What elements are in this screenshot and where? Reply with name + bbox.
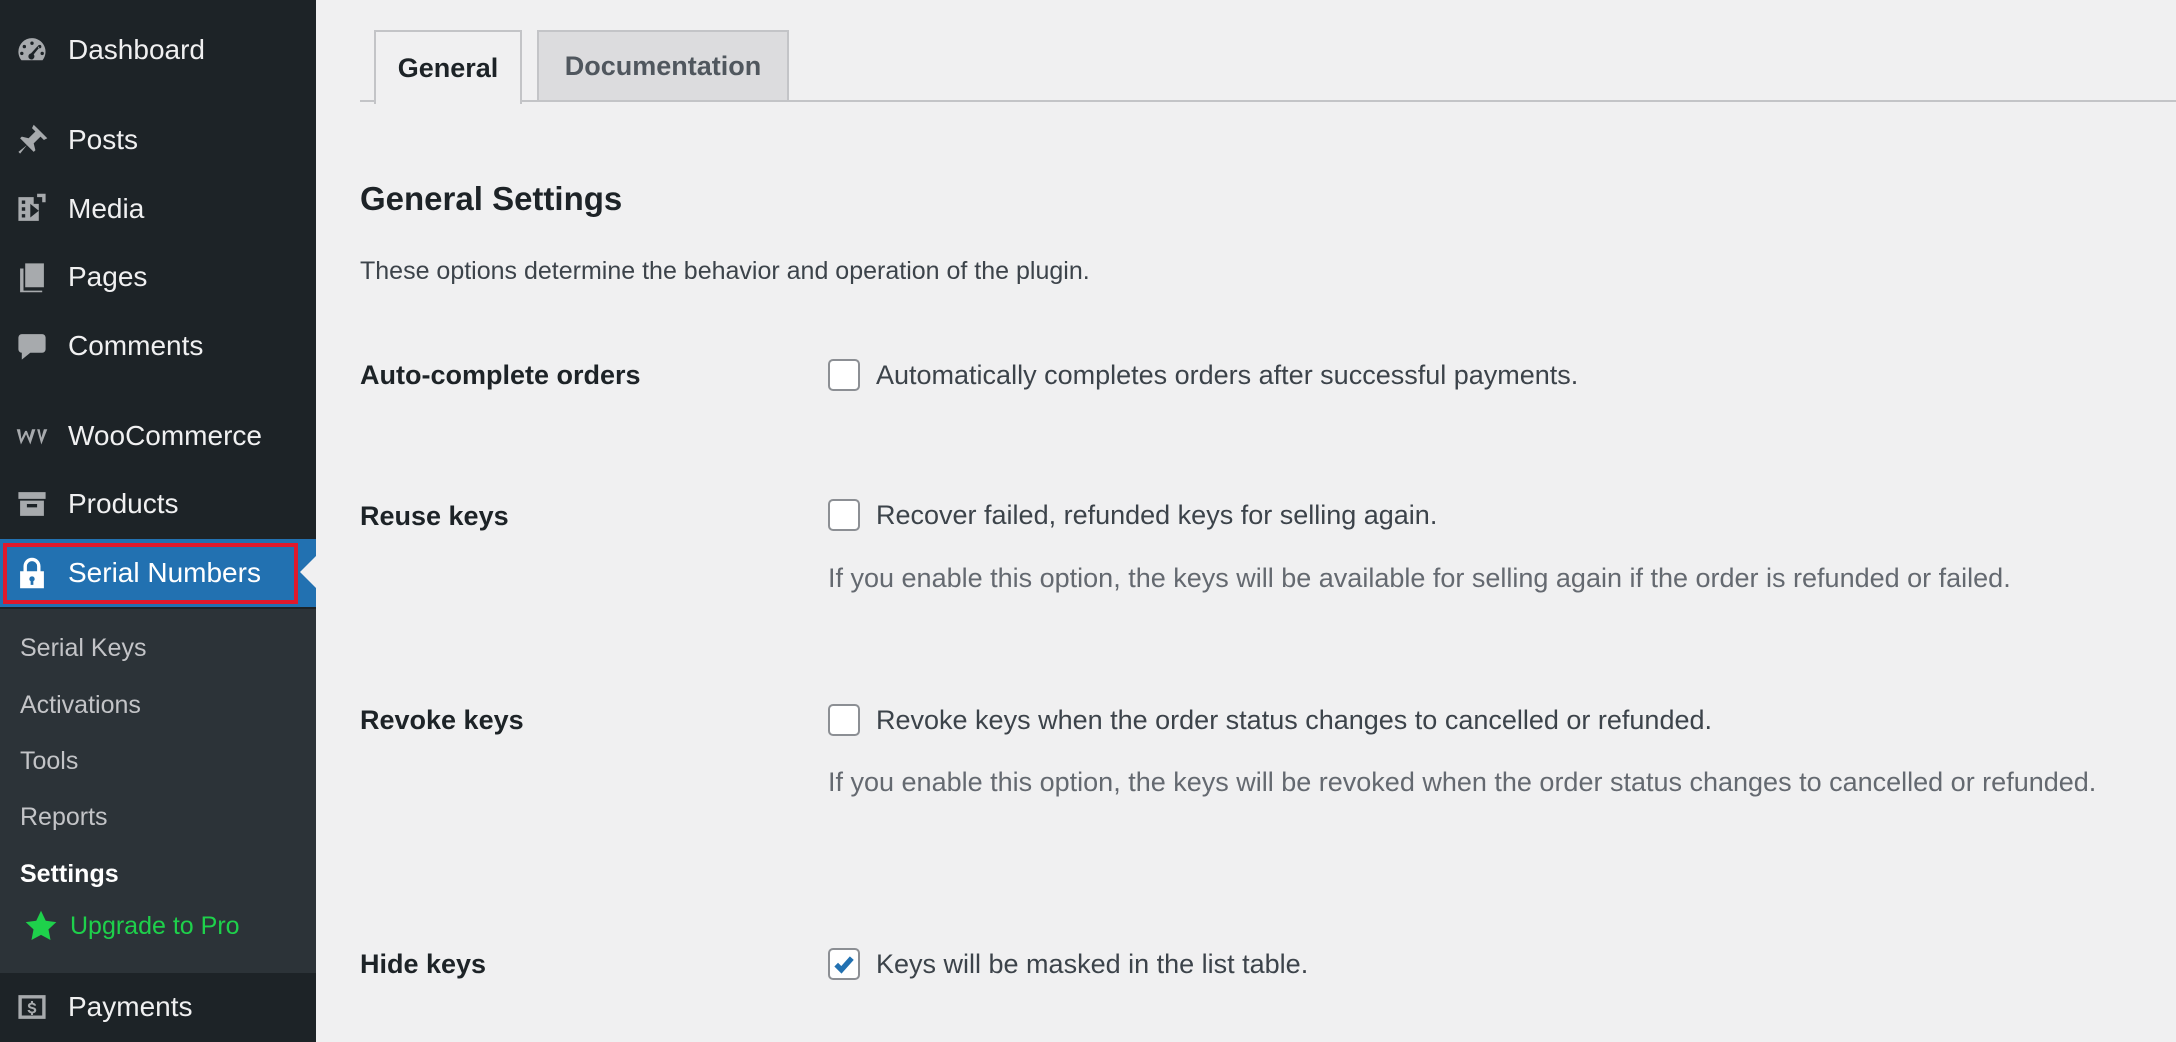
hide-keys-checkbox[interactable] (828, 948, 860, 980)
setting-reuse-keys: Recover failed, refunded keys for sellin… (828, 499, 1437, 531)
menu-item-payments[interactable]: Payments (0, 977, 316, 1037)
menu-item-comments[interactable]: Comments (0, 316, 316, 376)
menu-item-products[interactable]: Products (0, 474, 316, 534)
auto-complete-checkbox-label[interactable]: Automatically completes orders after suc… (876, 360, 1578, 391)
pages-icon (14, 259, 50, 295)
menu-item-posts[interactable]: Posts (0, 110, 316, 170)
submenu-item-serial-keys[interactable]: Serial Keys (20, 634, 146, 663)
main-content: General Documentation General Settings T… (316, 0, 2176, 1042)
menu-item-label: Products (68, 488, 179, 519)
setting-label-auto-complete: Auto-complete orders (360, 360, 641, 390)
menu-item-label: Serial Numbers (68, 557, 261, 588)
setting-hide-keys: Keys will be masked in the list table. (828, 948, 1308, 980)
dashboard-icon (14, 32, 50, 68)
auto-complete-checkbox[interactable] (828, 359, 860, 391)
menu-item-woocommerce[interactable]: WooCommerce (0, 406, 316, 466)
woocommerce-icon (14, 418, 50, 454)
menu-item-pages[interactable]: Pages (0, 247, 316, 307)
setting-revoke-keys: Revoke keys when the order status change… (828, 704, 1712, 736)
setting-label-revoke-keys: Revoke keys (360, 705, 524, 735)
archive-icon (14, 486, 50, 522)
payments-icon (14, 989, 50, 1025)
comment-icon (14, 328, 50, 364)
tab-documentation[interactable]: Documentation (537, 30, 789, 100)
page-description: These options determine the behavior and… (360, 257, 1090, 285)
tab-general[interactable]: General (374, 30, 522, 104)
menu-item-label: Media (68, 193, 145, 224)
menu-item-label: WooCommerce (68, 420, 262, 451)
upgrade-label: Upgrade to Pro (70, 911, 240, 940)
setting-auto-complete: Automatically completes orders after suc… (828, 359, 1578, 391)
reuse-keys-help: If you enable this option, the keys will… (828, 563, 2011, 593)
revoke-keys-checkbox-label[interactable]: Revoke keys when the order status change… (876, 705, 1712, 736)
menu-item-label: Payments (68, 991, 193, 1022)
setting-label-hide-keys: Hide keys (360, 949, 487, 979)
tabs-divider (360, 100, 2176, 102)
serial-numbers-submenu: Serial Keys Activations Tools Reports Se… (0, 609, 316, 973)
menu-item-serial-numbers[interactable]: Serial Numbers (0, 539, 316, 607)
setting-label-reuse-keys: Reuse keys (360, 501, 509, 531)
revoke-keys-help: If you enable this option, the keys will… (828, 767, 2097, 797)
menu-item-label: Posts (68, 124, 139, 155)
submenu-item-activations[interactable]: Activations (20, 691, 141, 720)
submenu-item-tools[interactable]: Tools (20, 747, 78, 776)
submenu-item-reports[interactable]: Reports (20, 803, 108, 832)
menu-item-media[interactable]: Media (0, 179, 316, 239)
admin-sidebar: Dashboard Posts Media Pages Comments Woo… (0, 0, 316, 1042)
reuse-keys-checkbox[interactable] (828, 499, 860, 531)
page-title: General Settings (360, 180, 623, 217)
lock-icon (14, 555, 50, 591)
pin-icon (14, 122, 50, 158)
hide-keys-checkbox-label[interactable]: Keys will be masked in the list table. (876, 949, 1308, 980)
media-icon (14, 191, 50, 227)
menu-item-dashboard[interactable]: Dashboard (0, 20, 316, 80)
reuse-keys-checkbox-label[interactable]: Recover failed, refunded keys for sellin… (876, 500, 1437, 531)
active-menu-arrow (300, 556, 316, 588)
checkmark-icon (834, 956, 854, 974)
revoke-keys-checkbox[interactable] (828, 704, 860, 736)
menu-item-label: Dashboard (68, 34, 205, 65)
star-icon (25, 910, 57, 940)
menu-item-label: Comments (68, 330, 204, 361)
submenu-item-upgrade-to-pro[interactable]: Upgrade to Pro (24, 909, 240, 943)
menu-item-label: Pages (68, 261, 148, 292)
submenu-item-settings[interactable]: Settings (20, 860, 119, 889)
